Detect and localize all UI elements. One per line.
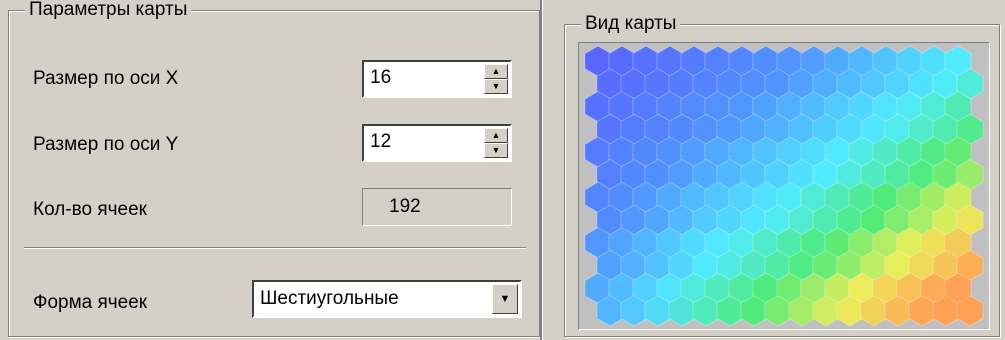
map-params-title: Параметры карты <box>25 0 192 21</box>
params-divider <box>24 247 526 249</box>
cell-shape-value[interactable]: Шестиугольные <box>260 288 399 310</box>
chevron-down-icon: ▼ <box>491 81 501 91</box>
map-view-title: Вид карты <box>581 13 681 35</box>
cell-count-label: Кол-во ячеек <box>33 199 147 220</box>
cell-count-field: 192 <box>362 188 512 226</box>
size-x-label: Размер по оси X <box>33 68 179 89</box>
hex-map <box>584 45 984 327</box>
chevron-up-icon: ▲ <box>491 66 501 76</box>
cell-count-value: 192 <box>389 196 421 217</box>
map-view-canvas[interactable] <box>578 42 990 330</box>
size-y-up-button[interactable]: ▲ <box>484 128 508 143</box>
size-y-label: Размер по оси Y <box>33 134 179 155</box>
cell-shape-select[interactable]: Шестиугольные ▼ <box>252 280 522 318</box>
size-y-value[interactable]: 12 <box>370 131 391 153</box>
chevron-up-icon: ▲ <box>491 130 501 140</box>
size-x-down-button[interactable]: ▼ <box>484 79 508 94</box>
size-y-spinner[interactable]: 12 ▲ ▼ <box>362 124 512 162</box>
panel-splitter <box>540 0 542 340</box>
chevron-down-icon: ▼ <box>499 293 511 305</box>
size-y-down-button[interactable]: ▼ <box>484 143 508 158</box>
size-x-value[interactable]: 16 <box>370 67 391 89</box>
chevron-down-icon: ▼ <box>491 145 501 155</box>
cell-shape-dropdown-button[interactable]: ▼ <box>492 284 518 314</box>
size-x-up-button[interactable]: ▲ <box>484 64 508 79</box>
cell-shape-label: Форма ячеек <box>33 292 148 313</box>
size-x-spinner[interactable]: 16 ▲ ▼ <box>362 60 512 98</box>
